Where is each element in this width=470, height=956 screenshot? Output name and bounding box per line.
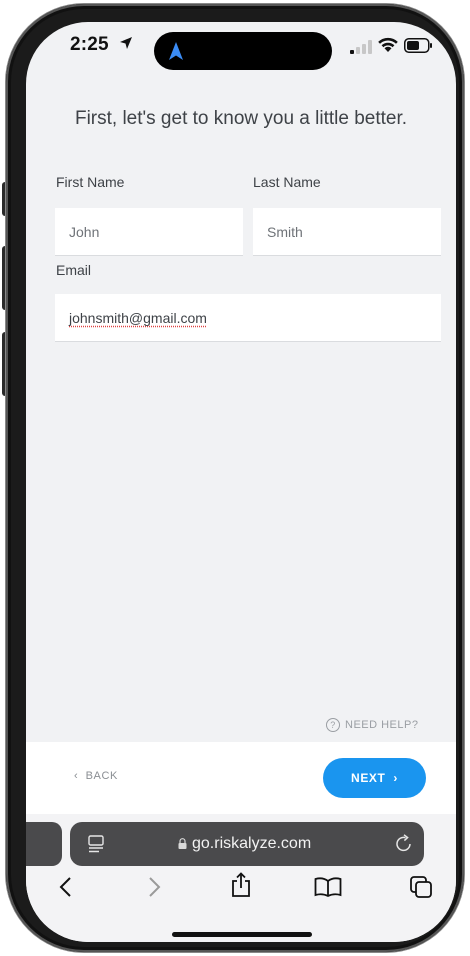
back-button[interactable]: ‹ BACK (74, 770, 118, 782)
phone-frame: 2:25 First, let's get to know you a litt… (6, 4, 464, 952)
back-icon[interactable] (58, 876, 72, 898)
need-help-link[interactable]: ? NEED HELP? (326, 718, 418, 732)
wizard-footer: ‹ BACK NEXT › (26, 742, 456, 814)
first-name-placeholder: John (69, 224, 100, 240)
navigation-icon (169, 42, 183, 60)
status-bar: 2:25 (26, 22, 456, 82)
address-bar[interactable]: go.riskalyze.com (70, 822, 424, 866)
home-indicator (172, 932, 312, 937)
tabs-icon[interactable] (410, 876, 432, 898)
reload-icon[interactable] (395, 834, 413, 853)
wifi-icon (378, 37, 398, 52)
phone-screen: 2:25 First, let's get to know you a litt… (26, 22, 456, 942)
chevron-left-icon: ‹ (74, 770, 79, 782)
battery-icon (404, 38, 432, 53)
last-name-label: Last Name (253, 174, 321, 190)
bookmarks-icon[interactable] (314, 877, 342, 897)
cellular-signal-icon (350, 40, 372, 54)
email-value: johnsmith@gmail.com (69, 310, 207, 326)
back-label: BACK (85, 770, 118, 782)
need-help-label: NEED HELP? (345, 719, 419, 731)
last-name-placeholder: Smith (267, 224, 303, 240)
browser-toolbar: go.riskalyze.com (26, 814, 456, 942)
first-name-field[interactable]: John (55, 208, 243, 256)
location-arrow-icon (120, 37, 132, 49)
forward-icon[interactable] (148, 876, 162, 898)
page-title: First, let's get to know you a little be… (74, 108, 408, 129)
first-name-label: First Name (56, 174, 125, 190)
page-menu-icon[interactable] (88, 835, 104, 853)
share-icon[interactable] (231, 872, 251, 898)
previous-tab-preview[interactable] (26, 822, 62, 866)
email-label: Email (56, 262, 92, 278)
last-name-field[interactable]: Smith (253, 208, 441, 256)
email-field[interactable]: johnsmith@gmail.com (55, 294, 441, 342)
status-time: 2:25 (70, 34, 109, 55)
url-text: go.riskalyze.com (192, 835, 312, 852)
next-label: NEXT (351, 771, 386, 785)
lock-icon (178, 838, 187, 849)
chevron-right-icon: › (393, 771, 398, 785)
help-question-icon: ? (326, 718, 340, 732)
next-button[interactable]: NEXT › (323, 758, 426, 798)
dynamic-island (154, 32, 332, 70)
